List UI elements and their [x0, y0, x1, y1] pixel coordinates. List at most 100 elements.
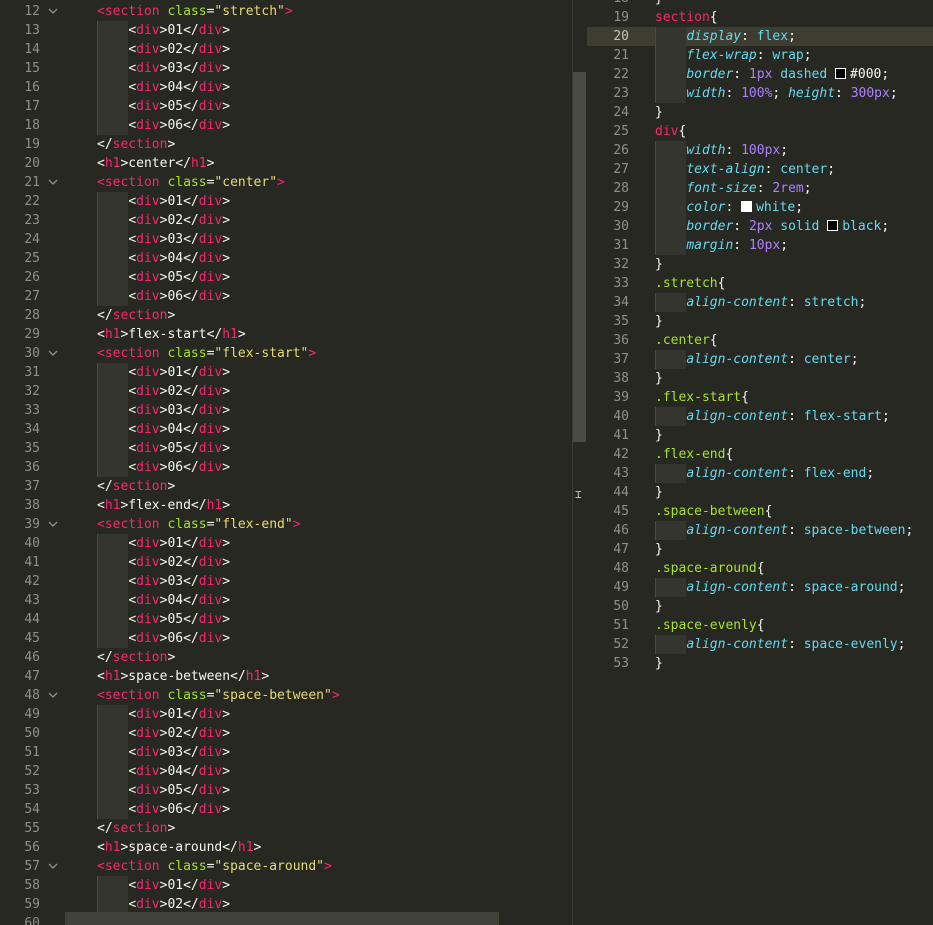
- vertical-scrollbar-thumb[interactable]: [573, 72, 586, 442]
- code-line[interactable]: 40 <div>01</div>: [0, 534, 572, 553]
- css-editor-pane[interactable]: 18}19section{20display: flex;21flex-wrap…: [587, 0, 933, 925]
- code-line[interactable]: 37 </section>: [0, 477, 572, 496]
- code-text[interactable]: .stretch{: [655, 274, 725, 293]
- code-line[interactable]: 12 <section class="stretch">: [0, 2, 572, 21]
- code-text[interactable]: </section>: [97, 306, 175, 325]
- code-text[interactable]: <div>01</div>: [128, 534, 230, 553]
- code-line[interactable]: 42 <div>03</div>: [0, 572, 572, 591]
- code-line[interactable]: 19 </section>: [0, 135, 572, 154]
- code-text[interactable]: border: 1px dashed #000;: [686, 65, 889, 84]
- code-text[interactable]: <div>06</div>: [128, 629, 230, 648]
- code-line[interactable]: 43 <div>04</div>: [0, 591, 572, 610]
- code-line[interactable]: 44 <div>05</div>: [0, 610, 572, 629]
- code-text[interactable]: .center{: [655, 331, 718, 350]
- code-text[interactable]: <div>04</div>: [128, 420, 230, 439]
- code-line[interactable]: 30 <section class="flex-start">: [0, 344, 572, 363]
- code-line[interactable]: 30 border: 2px solid black;: [587, 217, 933, 236]
- code-text[interactable]: </section>: [97, 819, 175, 838]
- code-text[interactable]: <div>01</div>: [128, 192, 230, 211]
- horizontal-scrollbar-thumb[interactable]: [65, 912, 499, 925]
- code-line[interactable]: 26 <div>05</div>: [0, 268, 572, 287]
- fold-chevron-icon[interactable]: [48, 690, 58, 700]
- code-line[interactable]: 39 <section class="flex-end">: [0, 515, 572, 534]
- code-line[interactable]: 51 <div>03</div>: [0, 743, 572, 762]
- code-line[interactable]: 14 <div>02</div>: [0, 40, 572, 59]
- code-line[interactable]: 35}: [587, 312, 933, 331]
- code-text[interactable]: section{: [655, 8, 718, 27]
- code-line[interactable]: 54 <div>06</div>: [0, 800, 572, 819]
- code-text[interactable]: <div>04</div>: [128, 591, 230, 610]
- code-line[interactable]: 18 <div>06</div>: [0, 116, 572, 135]
- code-line[interactable]: 36 .center{: [587, 331, 933, 350]
- code-text[interactable]: <div>01</div>: [128, 876, 230, 895]
- code-text[interactable]: </section>: [97, 135, 175, 154]
- code-text[interactable]: }: [655, 312, 663, 331]
- code-line[interactable]: 21 flex-wrap: wrap;: [587, 46, 933, 65]
- code-text[interactable]: <div>06</div>: [128, 116, 230, 135]
- code-text[interactable]: <div>01</div>: [128, 363, 230, 382]
- code-text[interactable]: <div>05</div>: [128, 97, 230, 116]
- code-text[interactable]: <h1>flex-start</h1>: [97, 325, 246, 344]
- code-line[interactable]: 41}: [587, 426, 933, 445]
- code-line[interactable]: 22 <div>01</div>: [0, 192, 572, 211]
- code-text[interactable]: .space-evenly{: [655, 616, 765, 635]
- code-text[interactable]: width: 100%; height: 300px;: [686, 84, 897, 103]
- code-line[interactable]: 34 align-content: stretch;: [587, 293, 933, 312]
- code-line[interactable]: 29 color: white;: [587, 198, 933, 217]
- code-line[interactable]: 46 align-content: space-between;: [587, 521, 933, 540]
- fold-chevron-icon[interactable]: [48, 6, 58, 16]
- fold-chevron-icon[interactable]: [48, 519, 58, 529]
- code-text[interactable]: <h1>center</h1>: [97, 154, 214, 173]
- code-text[interactable]: }: [655, 103, 663, 122]
- code-text[interactable]: .space-around{: [655, 559, 765, 578]
- code-line[interactable]: 49 <div>01</div>: [0, 705, 572, 724]
- code-text[interactable]: }: [655, 426, 663, 445]
- code-text[interactable]: <h1>space-around</h1>: [97, 838, 261, 857]
- code-text[interactable]: align-content: space-around;: [686, 578, 905, 597]
- code-text[interactable]: align-content: space-evenly;: [686, 635, 905, 654]
- fold-chevron-icon[interactable]: [48, 861, 58, 871]
- code-text[interactable]: font-size: 2rem;: [686, 179, 811, 198]
- code-text[interactable]: margin: 10px;: [686, 236, 788, 255]
- code-text[interactable]: display: flex;: [686, 27, 796, 46]
- code-line[interactable]: 45 .space-between{: [587, 502, 933, 521]
- code-line[interactable]: 35 <div>05</div>: [0, 439, 572, 458]
- code-text[interactable]: <section class="space-around">: [97, 857, 332, 876]
- code-line[interactable]: 29 <h1>flex-start</h1>: [0, 325, 572, 344]
- code-line[interactable]: 51 .space-evenly{: [587, 616, 933, 635]
- code-line[interactable]: 20 <h1>center</h1>: [0, 154, 572, 173]
- code-text[interactable]: <div>03</div>: [128, 59, 230, 78]
- code-text[interactable]: }: [655, 369, 663, 388]
- code-text[interactable]: align-content: stretch;: [686, 293, 866, 312]
- code-line[interactable]: 34 <div>04</div>: [0, 420, 572, 439]
- code-text[interactable]: <div>04</div>: [128, 78, 230, 97]
- code-text[interactable]: }: [655, 654, 663, 673]
- code-line[interactable]: 15 <div>03</div>: [0, 59, 572, 78]
- code-line[interactable]: 24}: [587, 103, 933, 122]
- code-line[interactable]: 46 </section>: [0, 648, 572, 667]
- fold-chevron-icon[interactable]: [48, 348, 58, 358]
- code-line[interactable]: 32}: [587, 255, 933, 274]
- code-line[interactable]: 52 <div>04</div>: [0, 762, 572, 781]
- code-line[interactable]: 31 margin: 10px;: [587, 236, 933, 255]
- code-text[interactable]: <div>05</div>: [128, 781, 230, 800]
- code-line[interactable]: 41 <div>02</div>: [0, 553, 572, 572]
- code-text[interactable]: div{: [655, 122, 686, 141]
- code-text[interactable]: width: 100px;: [686, 141, 788, 160]
- code-line[interactable]: 47}: [587, 540, 933, 559]
- code-editor[interactable]: 12 <section class="stretch"> 13 <div>01</di…: [0, 0, 933, 925]
- code-line[interactable]: 32 <div>02</div>: [0, 382, 572, 401]
- code-line[interactable]: 47 <h1>space-between</h1>: [0, 667, 572, 686]
- code-line[interactable]: 37 align-content: center;: [587, 350, 933, 369]
- code-text[interactable]: <section class="stretch">: [97, 2, 293, 21]
- code-text[interactable]: <div>04</div>: [128, 762, 230, 781]
- code-line[interactable]: 19 section{: [587, 8, 933, 27]
- code-line[interactable]: 53}: [587, 654, 933, 673]
- code-line[interactable]: 27 <div>06</div>: [0, 287, 572, 306]
- code-text[interactable]: align-content: flex-start;: [686, 407, 890, 426]
- code-line[interactable]: 25 <div>04</div>: [0, 249, 572, 268]
- code-text[interactable]: text-align: center;: [686, 160, 835, 179]
- current-code-line[interactable]: 20 display: flex;: [587, 27, 933, 46]
- code-text[interactable]: <div>02</div>: [128, 553, 230, 572]
- code-line[interactable]: 40 align-content: flex-start;: [587, 407, 933, 426]
